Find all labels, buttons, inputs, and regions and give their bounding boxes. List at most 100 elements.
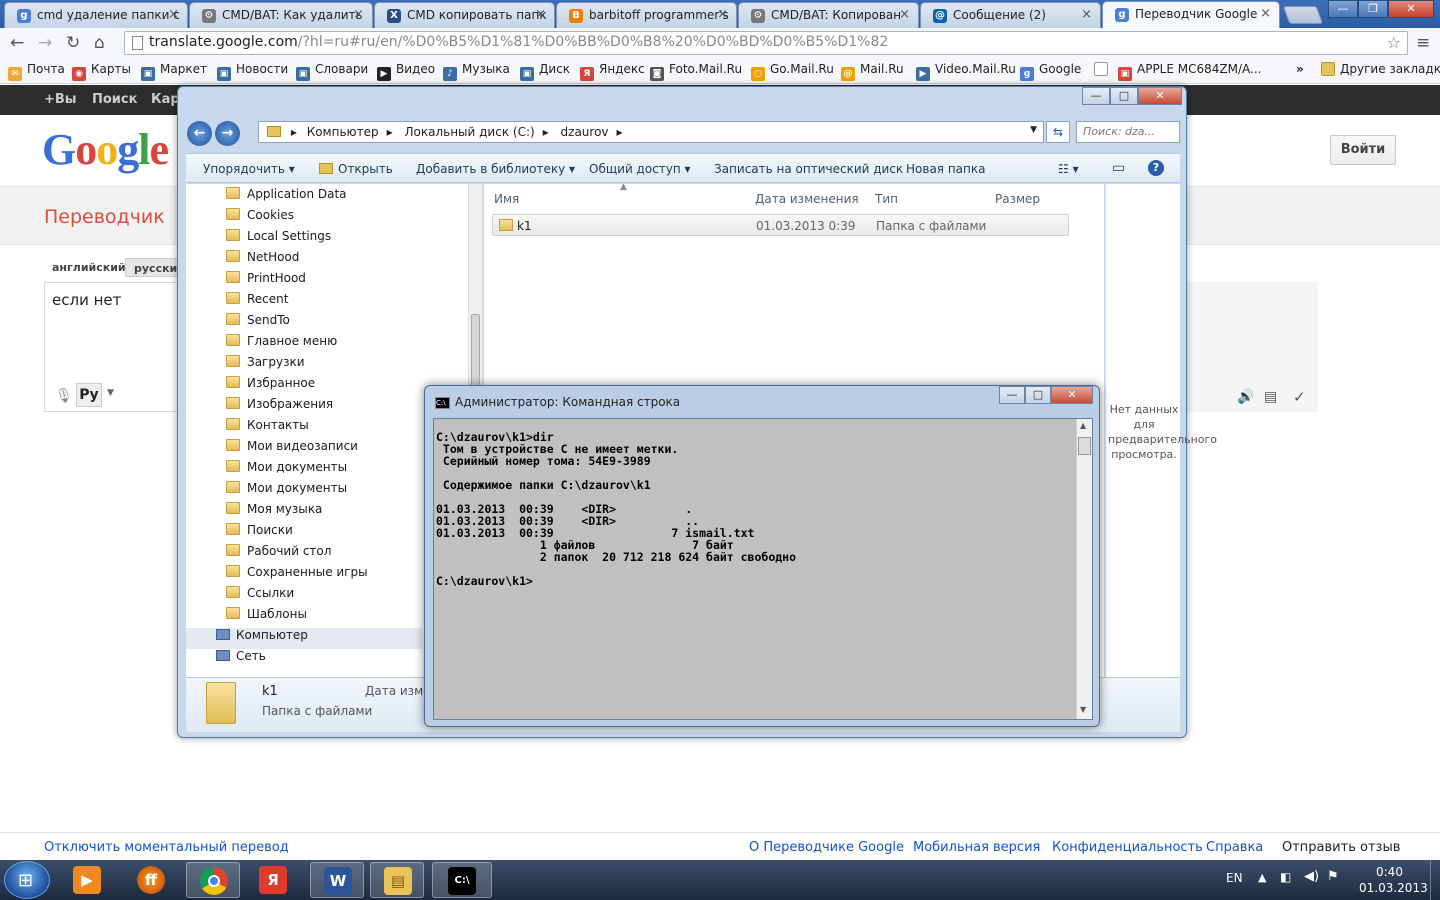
browser-tab[interactable]: ⚙ CMD/BAT: Копирован × — [738, 2, 919, 28]
bookmark-item[interactable]: ▣ Диск — [520, 62, 570, 81]
tray-up-icon[interactable]: ▲ — [1258, 871, 1266, 884]
preview-pane-icon[interactable]: ▭ — [1112, 160, 1125, 176]
network-icon[interactable]: ◧ — [1280, 870, 1291, 884]
about-link[interactable]: О Переводчике Google — [749, 840, 904, 855]
nav-item[interactable]: Моя музыка — [226, 502, 322, 523]
close-tab-icon[interactable]: × — [353, 7, 364, 22]
nav-item[interactable]: Мои документы — [226, 481, 347, 502]
microphone-icon[interactable]: 🎙 — [55, 388, 73, 404]
close-window-button[interactable]: ✕ — [1051, 386, 1093, 404]
forward-icon[interactable]: → — [215, 121, 240, 146]
taskbar-app[interactable]: ▶ — [60, 862, 114, 898]
console-output-area[interactable]: C:\dzaurov\k1>dir Том в устройстве C не … — [433, 418, 1093, 720]
instant-off-link[interactable]: Отключить моментальный перевод — [44, 840, 289, 855]
star-icon[interactable]: ☆ — [1387, 33, 1401, 52]
nav-item[interactable]: Поиски — [226, 523, 293, 544]
nav-item[interactable]: Cookies — [226, 208, 294, 229]
scroll-thumb[interactable] — [471, 314, 480, 394]
forward-icon[interactable]: → — [38, 33, 52, 53]
home-icon[interactable]: ⌂ — [94, 33, 105, 53]
burn-button[interactable]: Записать на оптический диск — [714, 162, 903, 176]
back-icon[interactable]: ← — [10, 33, 24, 53]
bookmark-item[interactable]: ◙ Foto.Mail.Ru — [650, 62, 742, 81]
help-icon[interactable]: ? — [1148, 160, 1164, 176]
nav-item[interactable]: Загрузки — [226, 355, 305, 376]
chevron-down-icon[interactable]: ▼ — [1030, 125, 1037, 135]
volume-icon[interactable]: ◀) — [1304, 869, 1319, 884]
bookmark-item[interactable]: ▣ Маркет — [141, 62, 207, 81]
explorer-search-input[interactable]: Поиск: dza... — [1076, 121, 1180, 143]
organize-button[interactable]: Упорядочить ▾ — [203, 162, 295, 176]
nav-item[interactable]: Мои документы — [226, 460, 347, 481]
nav-item[interactable]: Изображения — [226, 397, 333, 418]
speaker-icon[interactable]: 🔊 — [1237, 389, 1254, 405]
nav-item[interactable]: Контакты — [226, 418, 309, 439]
scrollbar[interactable]: ▲ ▼ — [1076, 419, 1092, 719]
browser-tab[interactable]: X CMD копировать папк × — [374, 2, 555, 28]
nav-item[interactable]: Recent — [226, 292, 288, 313]
address-bar[interactable]: translate.google.com/?hl=ru#ru/en/%D0%B5… — [124, 31, 1408, 55]
clock-date[interactable]: 01.03.2013 — [1359, 881, 1428, 895]
bookmark-item[interactable]: ◉ Карты — [72, 62, 131, 81]
refresh-icon[interactable]: ⇆ — [1046, 121, 1070, 143]
bookmark-item[interactable]: ○ Go.Mail.Ru — [751, 62, 834, 81]
nav-item[interactable]: NetHood — [226, 250, 299, 271]
column-header-type[interactable]: Тип — [875, 192, 898, 206]
new-tab-button[interactable] — [1282, 6, 1324, 24]
nav-item-network[interactable]: Сеть — [186, 649, 422, 670]
close-tab-icon[interactable]: × — [168, 7, 179, 22]
nav-item[interactable]: Ссылки — [226, 586, 294, 607]
nav-item[interactable]: Главное меню — [226, 334, 337, 355]
browser-tab[interactable]: B barbitoff programmer's × — [556, 2, 737, 28]
bookmarks-overflow-button[interactable]: » — [1296, 62, 1304, 76]
minimize-button[interactable]: — — [999, 386, 1025, 404]
maximize-button[interactable]: □ — [1110, 87, 1138, 105]
comment-icon[interactable]: ▤ — [1264, 389, 1277, 405]
check-icon[interactable]: ✓ — [1293, 388, 1306, 406]
close-tab-icon[interactable]: × — [717, 7, 728, 22]
flag-icon[interactable]: ⚑ — [1327, 869, 1339, 884]
taskbar-app-active[interactable]: C:\ — [432, 862, 492, 898]
breadcrumb-item[interactable]: Локальный диск (C:) — [404, 125, 534, 139]
show-desktop-button[interactable] — [1430, 860, 1440, 900]
nav-item[interactable]: Избранное — [226, 376, 315, 397]
nav-item[interactable]: Рабочий стол — [226, 544, 331, 565]
new-folder-button[interactable]: Новая папка — [906, 162, 985, 176]
back-icon[interactable]: ← — [187, 121, 212, 146]
breadcrumb-item[interactable]: Компьютер — [307, 125, 379, 139]
close-tab-icon[interactable]: × — [1081, 7, 1092, 22]
browser-tab-active[interactable]: g Переводчик Google × — [1102, 1, 1280, 28]
clock-time[interactable]: 0:40 — [1376, 865, 1403, 879]
maximize-button[interactable]: ❐ — [1358, 0, 1388, 18]
menu-icon[interactable]: ≡ — [1416, 33, 1430, 53]
add-to-library-button[interactable]: Добавить в библиотеку ▾ — [416, 162, 575, 176]
view-options-icon[interactable]: ☷ ▾ — [1058, 162, 1079, 176]
browser-tab[interactable]: ⚙ CMD/BAT: Как удалить × — [189, 2, 373, 28]
mobile-link[interactable]: Мобильная версия — [913, 840, 1040, 855]
nav-item[interactable]: Local Settings — [226, 229, 331, 250]
language-indicator[interactable]: EN — [1226, 871, 1243, 885]
bookmark-item[interactable]: ▣ Новости — [217, 62, 288, 81]
gbar-item[interactable]: Поиск — [92, 92, 137, 107]
nav-item[interactable]: Мои видеозаписи — [226, 439, 358, 460]
open-button[interactable]: Открыть — [319, 162, 393, 176]
nav-item[interactable]: SendTo — [226, 313, 290, 334]
bookmark-item[interactable]: ▣ Словари — [296, 62, 368, 81]
bookmark-item[interactable]: ▣ APPLE MC684ZM/A... — [1118, 62, 1261, 81]
login-button[interactable]: Войти — [1330, 135, 1396, 165]
browser-tab[interactable]: @ Сообщение (2) × — [920, 2, 1101, 28]
close-tab-icon[interactable]: × — [1260, 6, 1271, 21]
taskbar-app[interactable] — [186, 862, 240, 898]
browser-tab[interactable]: g cmd удаление папки с × — [4, 2, 188, 28]
close-window-button[interactable]: ✕ — [1388, 0, 1434, 18]
maximize-button[interactable]: □ — [1025, 386, 1051, 404]
taskbar-app[interactable]: ff — [124, 862, 178, 898]
bookmark-item[interactable] — [1094, 62, 1113, 76]
column-header-size[interactable]: Размер — [995, 192, 1040, 206]
feedback-link[interactable]: Отправить отзыв — [1282, 840, 1400, 855]
source-lang-tab[interactable]: английский — [44, 258, 134, 277]
close-tab-icon[interactable]: × — [535, 7, 546, 22]
help-link[interactable]: Справка — [1206, 840, 1263, 855]
scroll-down-icon[interactable]: ▼ — [1080, 705, 1086, 714]
column-header-date[interactable]: Дата изменения — [755, 192, 859, 206]
